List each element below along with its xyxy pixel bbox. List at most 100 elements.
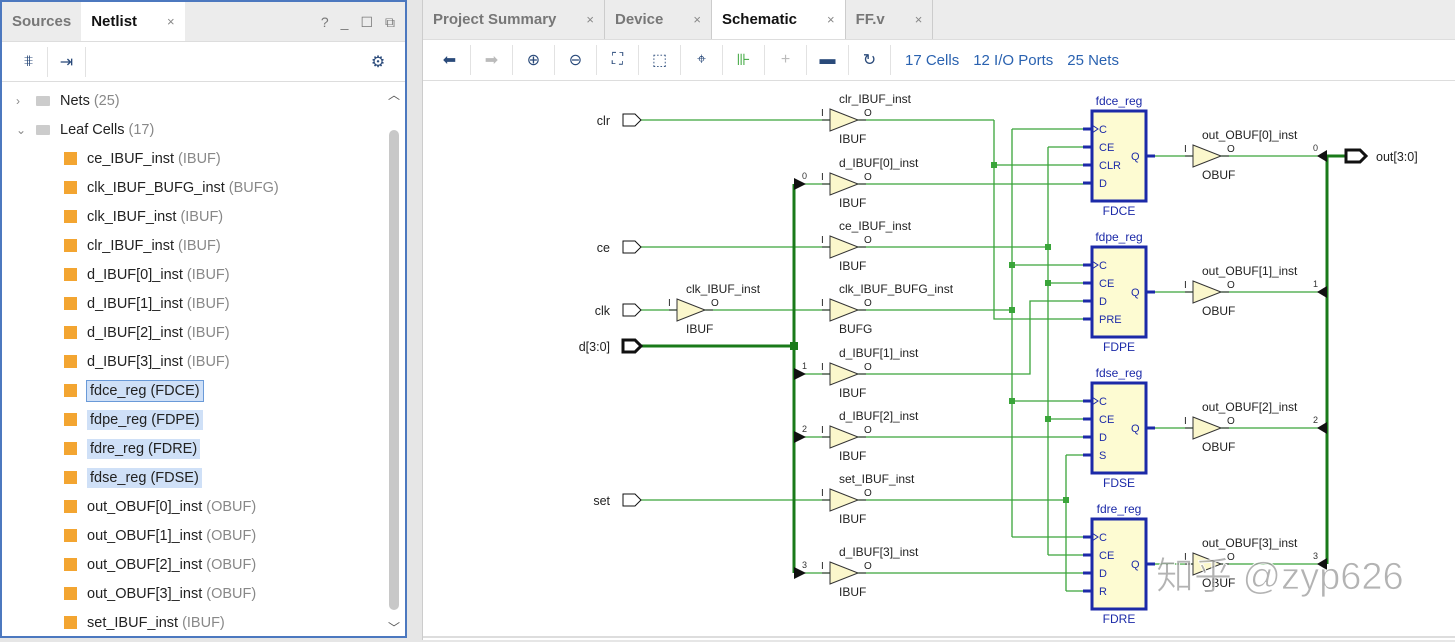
stat-0[interactable]: 17 Cells [905,52,959,69]
cell-name: out_OBUF[3]_inst [87,585,203,602]
pin-o-label: O [1227,416,1235,427]
scroll-thumb[interactable] [389,130,399,610]
tree-item-cell[interactable]: clk_IBUF_inst (IBUF) [2,202,385,231]
pin-o-label: O [864,488,872,499]
back-icon[interactable]: ⬅ [429,45,471,75]
close-icon[interactable]: × [827,12,835,27]
tree-item-cell[interactable]: out_OBUF[1]_inst (OBUF) [2,521,385,550]
tree-item-cell[interactable]: fdpe_reg (FDPE) [2,405,385,434]
pin-i-label: I [821,561,824,572]
tree-item-cell[interactable]: d_IBUF[0]_inst (IBUF) [2,260,385,289]
cell-type: (IBUF) [178,237,221,254]
minimize-icon[interactable]: _ [341,14,349,31]
register-fdce_reg[interactable]: fdce_reg FDCE C CE CLR D Q [1083,94,1155,218]
close-icon[interactable]: × [586,12,594,27]
tab-schematic[interactable]: Schematic × [711,0,846,39]
collapse-all-icon[interactable]: ⩨ [10,46,48,77]
tree-item-cell[interactable]: ce_IBUF_inst (IBUF) [2,144,385,173]
tab-label: Netlist [91,13,138,30]
buffer-7[interactable]: I Od_IBUF[3]_inst IBUF [821,545,919,599]
expand-icon[interactable]: ⇥ [48,46,86,77]
close-icon[interactable]: × [167,14,175,29]
tree-item-leaf-cells[interactable]: ⌄ Leaf Cells (17) [2,115,385,144]
tree-item-cell[interactable]: out_OBUF[3]_inst (OBUF) [2,579,385,608]
center-icon[interactable]: ⌖ [681,45,723,75]
tab-sources[interactable]: Sources [2,2,81,41]
expand-plus-icon[interactable]: + [765,45,807,75]
tab-device[interactable]: Device × [605,0,712,39]
obuf-0[interactable]: I Oout_OBUF[0]_inst OBUF [1184,128,1298,182]
register-fdse_reg[interactable]: fdse_reg FDSE C CE DS Q [1083,366,1155,490]
input-port-d30[interactable]: d[3:0] [579,338,644,354]
obuf-2[interactable]: I Oout_OBUF[2]_inst OBUF [1184,400,1298,454]
buffer-1[interactable]: I Od_IBUF[0]_inst IBUF [821,156,919,210]
scroll-up-icon[interactable]: ︿ [387,86,401,103]
zoom-out-icon[interactable]: ⊖ [555,45,597,75]
buffer-4[interactable]: I Od_IBUF[1]_inst IBUF [821,346,919,400]
buffer-5[interactable]: I Od_IBUF[2]_inst IBUF [821,409,919,463]
input-port-clr[interactable]: clr [597,113,642,128]
tree-item-cell[interactable]: clk_IBUF_BUFG_inst (BUFG) [2,173,385,202]
schematic-diagram[interactable]: 01230123clrceclkd[3:0]setout[3:0]I Oclr_I… [423,81,1455,639]
tree-item-cell[interactable]: fdre_reg (FDRE) [2,434,385,463]
vertical-scrollbar[interactable]: ︿ ﹀ [387,86,401,636]
tree-item-cell[interactable]: d_IBUF[1]_inst (IBUF) [2,289,385,318]
net-junction [1063,497,1069,503]
pin-label: R [1099,586,1107,598]
cell-name: fdpe_reg (FDPE) [90,411,200,428]
chevron-down-icon[interactable]: ⌄ [16,123,30,137]
tree-item-cell[interactable]: d_IBUF[2]_inst (IBUF) [2,318,385,347]
tab-project-summary[interactable]: Project Summary × [423,0,605,39]
input-port-clk[interactable]: clk [595,303,642,318]
tree-item-cell[interactable]: out_OBUF[2]_inst (OBUF) [2,550,385,579]
close-icon[interactable]: × [915,12,923,27]
obuf-1[interactable]: I Oout_OBUF[1]_inst OBUF [1184,264,1298,318]
input-port-ce[interactable]: ce [597,240,642,255]
tree-item-nets[interactable]: › Nets (25) [2,86,385,115]
buffer-6[interactable]: I Oset_IBUF_inst IBUF [821,472,915,526]
cell-name: clk_IBUF_inst [87,208,177,225]
output-port[interactable]: out[3:0] [1344,148,1418,164]
buffer-0[interactable]: I Oclr_IBUF_inst IBUF [821,92,912,146]
cell-name: d_IBUF[2]_inst [87,324,183,341]
cell-type: (IBUF) [186,324,230,341]
scroll-down-icon[interactable]: ﹀ [387,619,401,636]
register-fdre_reg[interactable]: fdre_reg FDRE C CE DR Q [1083,502,1155,626]
pin-o-label: O [864,425,872,436]
chevron-right-icon[interactable]: › [16,94,30,108]
tree-item-cell[interactable]: out_OBUF[0]_inst (OBUF) [2,492,385,521]
fit-icon[interactable]: ⛶ [597,45,639,75]
cell-icon[interactable]: ⊪ [723,45,765,75]
buffer-3[interactable]: I Oclk_IBUF_BUFG_inst BUFG [821,282,954,336]
tree-item-cell[interactable]: set_IBUF_inst (IBUF) [2,608,385,637]
cell-name: set_IBUF_inst [87,614,179,631]
help-icon[interactable]: ? [321,14,329,31]
instance-name: d_IBUF[0]_inst [839,156,919,170]
close-icon[interactable]: × [693,12,701,27]
maximize-icon[interactable]: ☐ [360,14,373,31]
input-port-set[interactable]: set [593,493,642,508]
register-fdpe_reg[interactable]: fdpe_reg FDPE C CE D PRE Q [1083,230,1155,354]
schematic-canvas[interactable]: 0 1 2 3 0 1 2 3 clr ce clk d[3:0] set out[3:0] I Oclr_I… [423,80,1455,638]
tab-label: Schematic [721,11,797,28]
forward-icon[interactable]: ➡ [471,45,513,75]
gear-icon[interactable]: ⚙ [359,47,397,77]
tab-ff-v[interactable]: FF.v × [846,0,934,39]
tree-item-cell[interactable]: clr_IBUF_inst (IBUF) [2,231,385,260]
tree-item-cell[interactable]: d_IBUF[3]_inst (IBUF) [2,347,385,376]
tree-item-cell[interactable]: fdce_reg (FDCE) [2,376,385,405]
float-icon[interactable]: ⧉ [385,14,395,31]
stat-2[interactable]: 25 Nets [1067,52,1119,69]
pin-label: D [1099,296,1107,308]
port-label: ce [597,241,610,255]
collapse-minus-icon[interactable]: ▬ [807,45,849,75]
buffer-2[interactable]: I Oce_IBUF_inst IBUF [821,219,912,273]
zoom-in-icon[interactable]: ⊕ [513,45,555,75]
zoom-select-icon[interactable]: ⬚ [639,45,681,75]
instance-name: clr_IBUF_inst [839,92,912,106]
buffer-clk-ibuf[interactable]: I Oclk_IBUF_inst IBUF [668,282,761,336]
tab-netlist[interactable]: Netlist × [81,2,185,41]
tree-item-cell[interactable]: fdse_reg (FDSE) [2,463,385,492]
refresh-icon[interactable]: ↻ [849,45,891,75]
stat-1[interactable]: 12 I/O Ports [973,52,1053,69]
